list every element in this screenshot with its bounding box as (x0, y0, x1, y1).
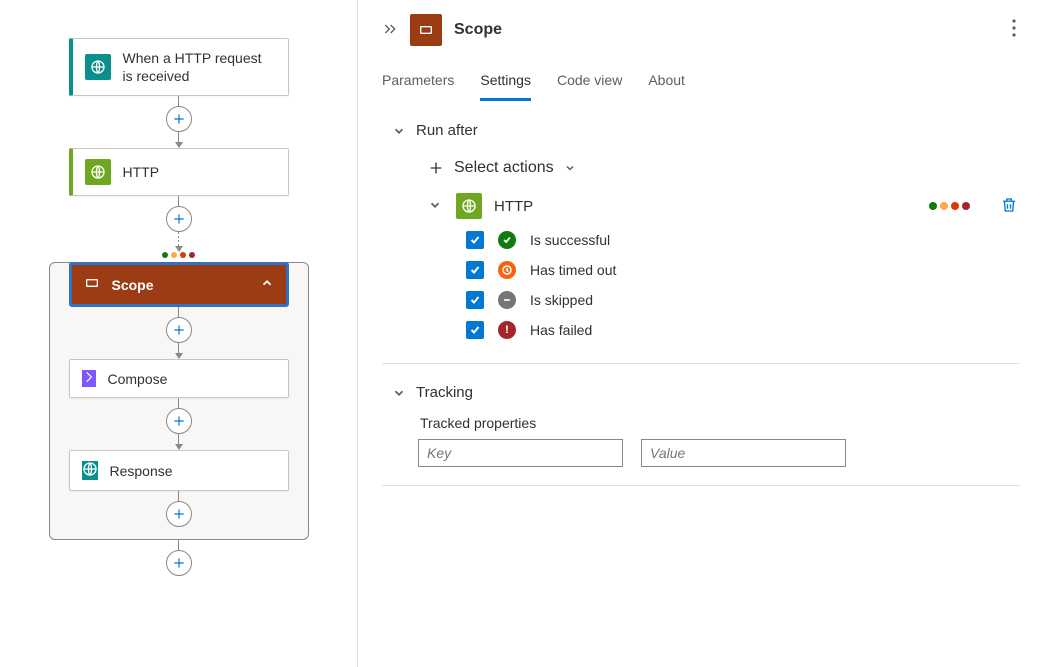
compose-icon (82, 370, 96, 387)
connector (166, 398, 192, 450)
panel-tabs: Parameters Settings Code view About (382, 64, 1020, 102)
panel-title: Scope (454, 21, 502, 39)
clock-icon (498, 261, 516, 279)
select-actions-button[interactable]: Select actions (418, 153, 1020, 187)
scope-label: Scope (112, 277, 154, 293)
more-menu-button[interactable] (1008, 15, 1020, 46)
scope-header[interactable]: Scope (69, 262, 289, 307)
chevron-down-icon (392, 124, 406, 138)
globe-icon (82, 461, 98, 480)
condition-row-failed: ! Has failed (418, 315, 1020, 345)
compose-card[interactable]: Compose (69, 359, 289, 398)
http-label: HTTP (123, 163, 160, 181)
scope-icon (84, 275, 100, 294)
chevron-up-icon (260, 276, 274, 293)
condition-label: Has timed out (530, 262, 616, 278)
bang-icon: ! (498, 321, 516, 339)
add-step-button[interactable] (166, 501, 192, 527)
globe-icon (456, 193, 482, 219)
plus-icon (428, 160, 444, 176)
details-panel: Scope Parameters Settings Code view Abou… (358, 0, 1044, 667)
tab-code-view[interactable]: Code view (557, 72, 622, 101)
tab-parameters[interactable]: Parameters (382, 72, 454, 101)
tab-about[interactable]: About (648, 72, 685, 101)
add-step-button[interactable] (166, 206, 192, 232)
run-after-title: Run after (416, 122, 478, 139)
chevron-down-icon (392, 386, 406, 400)
condition-row-successful: Is successful (418, 225, 1020, 255)
workflow-canvas: When a HTTP request is received HTTP (0, 0, 358, 667)
tracking-section: Tracking Tracked properties (382, 364, 1020, 486)
condition-row-skipped: Is skipped (418, 285, 1020, 315)
action-name: HTTP (494, 198, 917, 215)
run-after-header[interactable]: Run after (392, 122, 1020, 139)
check-icon (498, 231, 516, 249)
run-after-section: Run after Select actions HTTP (382, 102, 1020, 364)
checkbox-timedout[interactable] (466, 261, 484, 279)
delete-action-button[interactable] (998, 194, 1020, 219)
scope-icon (410, 14, 442, 46)
response-card[interactable]: Response (69, 450, 289, 491)
connector (166, 96, 192, 148)
collapse-panel-button[interactable] (382, 21, 398, 40)
condition-label: Is successful (530, 232, 610, 248)
connector (166, 540, 192, 576)
connector (166, 196, 192, 252)
run-after-action-row: HTTP (418, 187, 1020, 225)
checkbox-failed[interactable] (466, 321, 484, 339)
globe-icon (85, 54, 111, 80)
compose-label: Compose (108, 371, 168, 387)
add-step-button[interactable] (166, 317, 192, 343)
condition-label: Has failed (530, 322, 592, 338)
globe-icon (85, 159, 111, 185)
checkbox-successful[interactable] (466, 231, 484, 249)
tracked-value-input[interactable] (641, 439, 846, 467)
run-after-dots (929, 202, 970, 210)
tracking-header[interactable]: Tracking (392, 384, 1020, 401)
add-step-button[interactable] (166, 408, 192, 434)
expand-action-button[interactable] (428, 198, 444, 215)
condition-row-timedout: Has timed out (418, 255, 1020, 285)
add-step-button[interactable] (166, 550, 192, 576)
connector (166, 307, 192, 359)
panel-header: Scope (382, 14, 1020, 64)
tab-settings[interactable]: Settings (480, 72, 531, 101)
response-label: Response (110, 463, 173, 479)
checkbox-skipped[interactable] (466, 291, 484, 309)
tracking-title: Tracking (416, 384, 473, 401)
chevron-down-icon (564, 162, 576, 174)
trigger-label: When a HTTP request is received (123, 49, 276, 85)
condition-label: Is skipped (530, 292, 593, 308)
minus-icon (498, 291, 516, 309)
scope-container: Scope Compose (49, 262, 309, 540)
tracked-properties-label: Tracked properties (418, 415, 1020, 431)
trigger-card[interactable]: When a HTTP request is received (69, 38, 289, 96)
tracked-key-input[interactable] (418, 439, 623, 467)
add-step-button[interactable] (166, 106, 192, 132)
connector (166, 491, 192, 527)
http-card[interactable]: HTTP (69, 148, 289, 196)
select-actions-label: Select actions (454, 159, 554, 177)
run-after-dots (162, 252, 195, 258)
